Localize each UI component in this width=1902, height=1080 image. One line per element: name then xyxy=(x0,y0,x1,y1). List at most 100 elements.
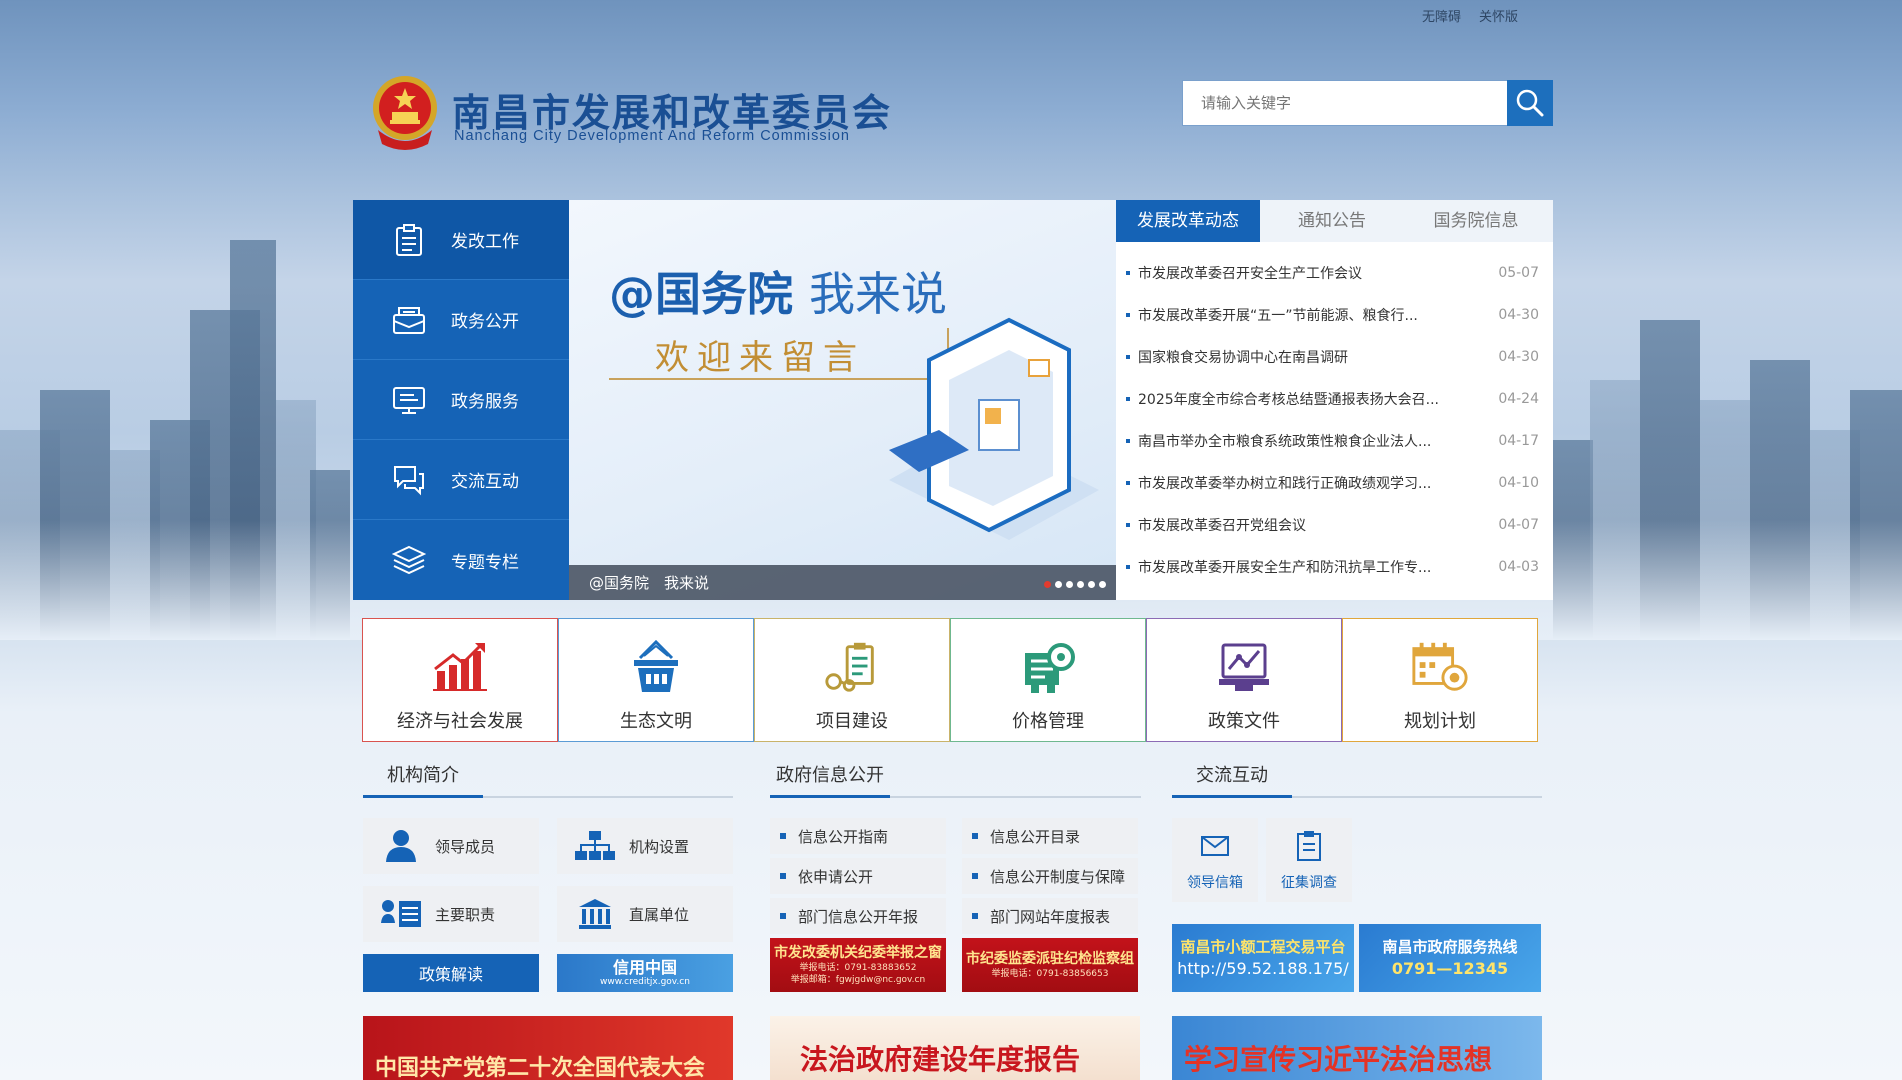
nav-item-interaction[interactable]: 交流互动 xyxy=(353,440,569,520)
policy-interpretation-button[interactable]: 政策解读 xyxy=(363,954,539,992)
section-title[interactable]: 政府信息公开 xyxy=(770,758,890,798)
tile-projects[interactable]: 项目建设 xyxy=(754,618,950,742)
news-list: 市发展改革委召开安全生产工作会议 05-07 市发展改革委开展“五一”节前能源、粮… xyxy=(1116,242,1553,588)
nav-item-work[interactable]: 发改工作 xyxy=(353,200,569,280)
nav-item-topics[interactable]: 专题专栏 xyxy=(353,520,569,600)
credit-china-banner[interactable]: 信用中国 www.creditjx.gov.cn xyxy=(557,954,733,992)
section-info-header: 政府信息公开 xyxy=(770,758,1141,798)
site-subtitle: Nanchang City Development And Reform Com… xyxy=(454,128,850,144)
institution-icon xyxy=(575,896,615,932)
bullet-icon xyxy=(972,873,978,879)
discipline-banner-title: 市纪委监委派驻纪检监察组 xyxy=(966,951,1134,967)
nav-item-gov-services[interactable]: 政务服务 xyxy=(353,360,569,440)
info-link-label: 依申请公开 xyxy=(798,867,874,886)
tile-label: 经济与社会发展 xyxy=(397,711,523,732)
news-title[interactable]: 国家粮食交易协调中心在南昌调研 xyxy=(1138,347,1489,367)
congress-banner-text: 中国共产党第二十次全国代表大会 xyxy=(375,1056,706,1080)
section-title[interactable]: 机构简介 xyxy=(363,758,483,798)
bullet-icon xyxy=(972,833,978,839)
news-title[interactable]: 市发展改革委开展安全生产和防汛抗旱工作专... xyxy=(1138,557,1489,577)
rule-of-law-report-banner[interactable]: 法治政府建设年度报告 xyxy=(770,1016,1140,1080)
leader-mailbox-button[interactable]: 领导信箱 xyxy=(1172,818,1258,902)
info-link[interactable]: 信息公开制度与保障 xyxy=(962,858,1138,894)
news-item: 市发展改革委开展安全生产和防汛抗旱工作专... 04-03 xyxy=(1126,546,1539,588)
device-illustration-icon xyxy=(889,317,1099,540)
congress-banner[interactable]: 中国共产党第二十次全国代表大会 xyxy=(363,1016,733,1080)
inter-button-label: 领导信箱 xyxy=(1187,875,1243,891)
news-title[interactable]: 市发展改革委召开安全生产工作会议 xyxy=(1138,263,1489,283)
search-icon xyxy=(1516,89,1544,117)
affiliates-button[interactable]: 直属单位 xyxy=(557,886,733,942)
news-date: 04-30 xyxy=(1498,307,1539,323)
report-banner-mail: 举报邮箱：fgwjgdw@nc.gov.cn xyxy=(790,975,926,985)
tile-policy[interactable]: 政策文件 xyxy=(1146,618,1342,742)
slider-dot[interactable] xyxy=(1088,581,1095,588)
search-input[interactable] xyxy=(1182,80,1507,126)
leaders-button[interactable]: 领导成员 xyxy=(363,818,539,874)
hotline-banner-tel: 0791—12345 xyxy=(1391,959,1509,978)
accessibility-link[interactable]: 无障碍 xyxy=(1422,6,1461,25)
news-title[interactable]: 南昌市举办全市粮食系统政策性粮食企业法人... xyxy=(1138,431,1489,451)
slider-dot[interactable] xyxy=(1066,581,1073,588)
tile-planning[interactable]: 规划计划 xyxy=(1342,618,1538,742)
discipline-banner-tel: 举报电话：0791-83856653 xyxy=(991,969,1109,979)
slider-dot[interactable] xyxy=(1055,581,1062,588)
person-icon xyxy=(381,828,421,864)
info-link[interactable]: 部门信息公开年报 xyxy=(770,898,946,934)
tab-reform-news[interactable]: 发展改革动态 xyxy=(1116,200,1260,242)
bullet-icon xyxy=(780,873,786,879)
info-link[interactable]: 信息公开指南 xyxy=(770,818,946,854)
service-hotline-banner[interactable]: 南昌市政府服务热线 0791—12345 xyxy=(1359,924,1541,992)
small-project-platform-banner[interactable]: 南昌市小额工程交易平台 http://59.52.188.175/ xyxy=(1172,924,1354,992)
platform-banner-url: http://59.52.188.175/ xyxy=(1177,959,1349,978)
top-links: 无障碍 关怀版 xyxy=(1422,6,1518,25)
search-button[interactable] xyxy=(1507,80,1553,126)
info-link[interactable]: 信息公开目录 xyxy=(962,818,1138,854)
report-window-banner[interactable]: 市发改委机关纪委举报之窗 举报电话：0791-83883652 举报邮箱：fgw… xyxy=(770,938,946,992)
tile-economy[interactable]: 经济与社会发展 xyxy=(362,618,558,742)
tab-notices[interactable]: 通知公告 xyxy=(1260,200,1404,242)
slider-dot[interactable] xyxy=(1044,581,1051,588)
news-title[interactable]: 市发展改革委召开党组会议 xyxy=(1138,515,1489,535)
banner-caption: @国务院 我来说 xyxy=(569,565,1116,600)
news-title[interactable]: 2025年度全市综合考核总结暨通报表扬大会召... xyxy=(1138,389,1489,409)
info-link[interactable]: 依申请公开 xyxy=(770,858,946,894)
org-button-label: 机构设置 xyxy=(629,837,690,856)
elder-mode-link[interactable]: 关怀版 xyxy=(1479,6,1518,25)
news-date: 04-24 xyxy=(1498,391,1539,407)
org-button-label: 直属单位 xyxy=(629,905,690,924)
banner-slider[interactable]: @国务院 我来说 欢迎来留言 @国务院 我来说 xyxy=(569,200,1116,600)
inter-button-label: 征集调查 xyxy=(1281,875,1337,891)
news-date: 04-10 xyxy=(1498,475,1539,491)
tile-price[interactable]: 价格管理 xyxy=(950,618,1146,742)
bullet xyxy=(1126,313,1130,317)
basket-icon xyxy=(626,637,686,697)
tile-label: 政策文件 xyxy=(1208,711,1280,732)
slider-dot[interactable] xyxy=(1077,581,1084,588)
left-nav: 发改工作 政务公开 政务服务 交流互动 专题专栏 xyxy=(353,200,569,600)
duties-list-icon xyxy=(381,896,421,932)
tab-state-council[interactable]: 国务院信息 xyxy=(1404,200,1548,242)
org-structure-button[interactable]: 机构设置 xyxy=(557,818,733,874)
report-banner-title: 市发改委机关纪委举报之窗 xyxy=(774,945,942,961)
nav-item-gov-affairs[interactable]: 政务公开 xyxy=(353,280,569,360)
bullet-icon xyxy=(780,833,786,839)
news-title[interactable]: 市发展改革委开展“五一”节前能源、粮食行... xyxy=(1138,305,1489,325)
news-item: 国家粮食交易协调中心在南昌调研 04-30 xyxy=(1126,336,1539,378)
tile-label: 价格管理 xyxy=(1012,711,1084,732)
bullet xyxy=(1126,271,1130,275)
nav-item-label: 交流互动 xyxy=(451,472,519,492)
tile-ecology[interactable]: 生态文明 xyxy=(558,618,754,742)
survey-button[interactable]: 征集调查 xyxy=(1266,818,1352,902)
section-title[interactable]: 交流互动 xyxy=(1172,758,1292,798)
news-title[interactable]: 市发展改革委举办树立和践行正确政绩观学习... xyxy=(1138,473,1489,493)
nav-item-label: 政务服务 xyxy=(451,392,519,412)
section-interact-header: 交流互动 xyxy=(1172,758,1542,798)
discipline-banner[interactable]: 市纪委监委派驻纪检监察组 举报电话：0791-83856653 xyxy=(962,938,1138,992)
law-thought-banner[interactable]: 学习宣传习近平法治思想 xyxy=(1172,1016,1542,1080)
info-link-label: 信息公开指南 xyxy=(798,827,889,846)
slider-dot[interactable] xyxy=(1099,581,1106,588)
duties-button[interactable]: 主要职责 xyxy=(363,886,539,942)
news-panel: 发展改革动态 通知公告 国务院信息 市发展改革委召开安全生产工作会议 05-07 … xyxy=(1116,200,1553,600)
info-link[interactable]: 部门网站年度报表 xyxy=(962,898,1138,934)
